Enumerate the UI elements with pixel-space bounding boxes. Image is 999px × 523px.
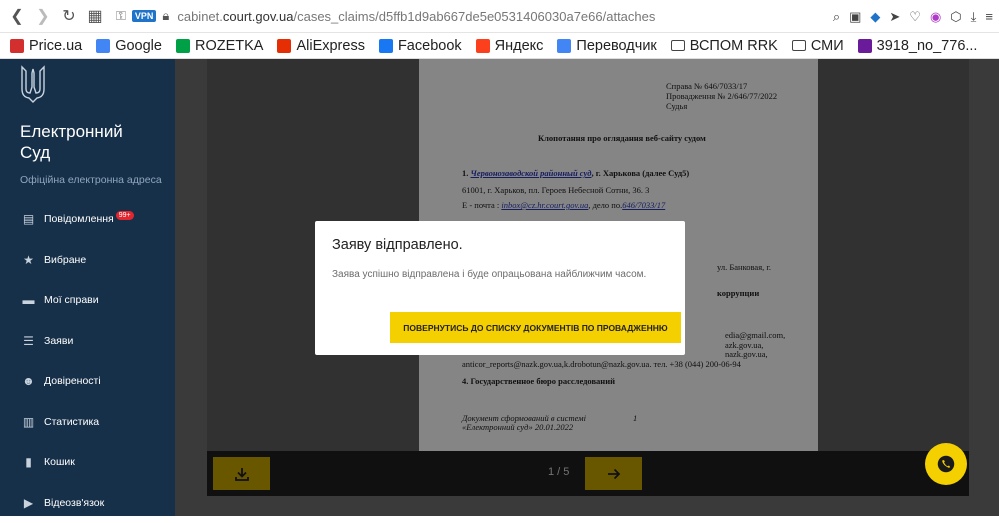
users-icon: ☻ [21,374,36,389]
forward-button[interactable]: ❯ [30,3,56,29]
brand-line1: Електронний [20,121,123,142]
price-ua-icon [10,39,24,53]
video-icon: ▶ [21,495,36,510]
folder-icon: ▬ [21,293,36,308]
back-to-documents-button[interactable]: ПОВЕРНУТИСЬ ДО СПИСКУ ДОКУМЕНТІВ ПО ПРОВ… [390,312,681,343]
trident-logo-icon [20,65,46,103]
sidebar-item-label: Повідомлення [44,213,114,225]
bookmark-label: Price.ua [29,38,82,54]
star-icon: ★ [21,252,36,267]
bookmark-label: Google [115,38,162,54]
sidebar-item-7[interactable]: ▮ Кошик [0,442,175,483]
browser-actions: ⌕ ▣ ◆ ➤ ♡ ◉ ⬡ ⤓ ≡ [833,0,993,33]
sidebar-menu: ▤ Повідомлення99+ ★ Вибране ▬ Мої справи ☰ Заяв… [0,199,175,523]
doc-icon [858,39,872,53]
bookmark-item[interactable]: 3918_no_776... [858,38,978,54]
bookmark-label: СМИ [811,38,844,54]
trash-icon: ▮ [21,455,36,470]
chart-icon: ▥ [21,414,36,429]
list-icon: ☰ [21,333,36,348]
google-icon [96,39,110,53]
bookmark-item[interactable]: Facebook [379,38,462,54]
translate-icon [557,39,571,53]
sidebar-item-label: Довіреності [44,375,101,387]
bookmark-label: ROZETKA [195,38,263,54]
url-domain: court.gov.ua [223,9,294,24]
bookmark-item[interactable]: Яндекс [476,38,544,54]
folder-icon [671,40,685,51]
notification-badge: 99+ [116,211,134,220]
sidebar-item-label: Кошик [44,456,75,468]
camera-icon[interactable]: ▣ [849,9,861,25]
sidebar-item-5[interactable]: ☻ Довіреності [0,361,175,402]
sidebar-item-label: Заяви [44,335,73,347]
vpn-badge[interactable]: VPN [132,10,157,22]
sidebar-item-label: Відеозв'язок [44,497,104,509]
yandex-icon [476,39,490,53]
bookmark-label: Яндекс [495,38,544,54]
download-browser-icon[interactable]: ⤓ [971,9,977,25]
sidebar-item-6[interactable]: ▥ Статистика [0,402,175,443]
bookmark-item[interactable]: Google [96,38,162,54]
search-icon[interactable]: ⌕ [833,9,840,25]
browser-toolbar: ❮ ❯ ↻ ▦ ⚿ VPN 🔒︎ cabinet.court.gov.ua/ca… [0,0,999,33]
send-icon[interactable]: ➤ [889,9,900,25]
address-bar[interactable]: ⚿ VPN 🔒︎ cabinet.court.gov.ua/cases_clai… [116,3,655,29]
brand-subtitle: Офіційна електронна адреса [20,174,162,186]
call-button[interactable] [925,443,967,485]
bookmark-label: Facebook [398,38,462,54]
bookmark-item[interactable]: AliExpress [277,38,365,54]
sidebar-item-label: Мої справи [44,294,99,306]
bookmark-item[interactable]: Price.ua [10,38,82,54]
heart-icon[interactable]: ♡ [909,9,921,25]
url-path: /cases_claims/d5ffb1d9ab667de5e053140603… [293,9,655,24]
tabs-grid-icon[interactable]: ▦ [82,3,108,29]
bookmark-label: AliExpress [296,38,365,54]
dialog-message: Заява успішно відправлена і буде опрацьо… [332,269,646,280]
back-button[interactable]: ❮ [4,3,30,29]
url-prefix: cabinet. [177,9,223,24]
success-dialog: Заяву відправлено. Заява успішно відправ… [315,221,685,355]
brand-title: Електронний Суд [20,121,123,163]
bookmark-label: 3918_no_776... [877,38,978,54]
sidebar-item-8[interactable]: ▶ Відеозв'язок [0,483,175,523]
facebook-icon [379,39,393,53]
sidebar-item-label: Вибране [44,254,86,266]
key-icon: ⚿ [116,8,126,24]
sidebar: Електронний Суд Офіційна електронна адре… [0,59,175,516]
bookmark-label: ВСПОМ RRK [690,38,778,54]
shield-icon[interactable]: ◆ [870,9,880,25]
aliexpress-icon [277,39,291,53]
bookmark-label: Переводчик [576,38,656,54]
folder-icon [792,40,806,51]
rozetka-icon [176,39,190,53]
sidebar-item-1[interactable]: ▤ Повідомлення99+ [0,199,175,240]
bookmark-item[interactable]: Переводчик [557,38,656,54]
sidebar-item-2[interactable]: ★ Вибране [0,240,175,281]
brand-line2: Суд [20,142,123,163]
bookmarks-bar: Price.ua Google ROZETKA AliExpress Facebook Я… [0,33,999,59]
sidebar-item-label: Статистика [44,416,99,428]
extension-icon[interactable]: ◉ [930,9,941,25]
phone-icon [937,455,955,473]
bookmark-item[interactable]: ВСПОМ RRK [671,38,778,54]
sidebar-item-3[interactable]: ▬ Мої справи [0,280,175,321]
message-icon: ▤ [21,212,36,227]
dialog-title: Заяву відправлено. [332,237,463,253]
sidebar-item-4[interactable]: ☰ Заяви [0,321,175,362]
menu-icon[interactable]: ≡ [985,9,993,24]
cube-icon[interactable]: ⬡ [950,9,961,25]
reload-icon[interactable]: ↻ [56,3,82,29]
bookmark-item[interactable]: ROZETKA [176,38,263,54]
lock-icon: 🔒︎ [162,8,169,24]
bookmark-item[interactable]: СМИ [792,38,844,54]
